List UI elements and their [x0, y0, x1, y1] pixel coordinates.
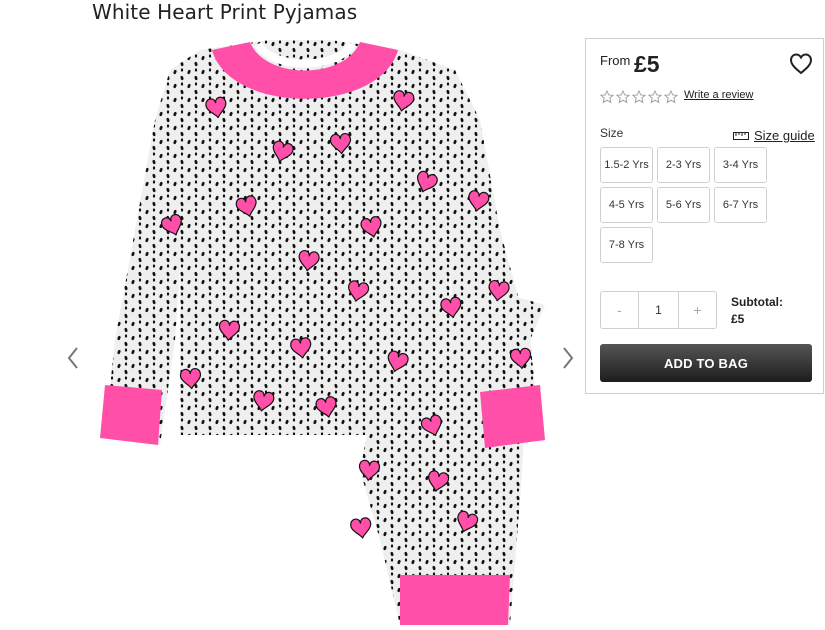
star-icon	[632, 90, 646, 104]
size-option[interactable]: 6-7 Yrs	[714, 187, 767, 223]
chevron-right-icon	[559, 345, 577, 371]
star-icon	[664, 90, 678, 104]
size-label: Size	[600, 126, 624, 140]
ruler-icon	[733, 128, 749, 143]
size-option[interactable]: 7-8 Yrs	[600, 227, 653, 263]
price: £5	[634, 51, 660, 77]
prev-image-button[interactable]	[64, 345, 82, 371]
rating-stars	[600, 90, 678, 104]
write-review-link[interactable]: Write a review	[684, 89, 753, 101]
size-options: 1.5-2 Yrs 2-3 Yrs 3-4 Yrs 4-5 Yrs 5-6 Yr…	[600, 147, 772, 263]
from-label: From	[600, 53, 631, 68]
product-image[interactable]	[60, 40, 580, 625]
size-option[interactable]: 3-4 Yrs	[714, 147, 767, 183]
size-option[interactable]: 4-5 Yrs	[600, 187, 653, 223]
chevron-left-icon	[64, 345, 82, 371]
size-option[interactable]: 5-6 Yrs	[657, 187, 710, 223]
star-icon	[648, 90, 662, 104]
product-title: White Heart Print Pyjamas	[92, 0, 358, 24]
star-icon	[616, 90, 630, 104]
subtotal-label: Subtotal:	[731, 295, 783, 309]
wishlist-button[interactable]	[789, 52, 813, 76]
next-image-button[interactable]	[559, 345, 577, 371]
size-option[interactable]: 2-3 Yrs	[657, 147, 710, 183]
add-to-bag-button[interactable]: ADD TO BAG	[600, 344, 812, 382]
heart-outline-icon	[789, 53, 813, 80]
star-icon	[600, 90, 614, 104]
quantity-value[interactable]: 1	[638, 292, 679, 328]
size-option[interactable]: 1.5-2 Yrs	[600, 147, 653, 183]
subtotal-value: £5	[731, 312, 745, 326]
quantity-increase-button[interactable]: +	[679, 292, 716, 328]
size-guide-link[interactable]: Size guide	[733, 128, 815, 143]
quantity-decrease-button[interactable]: -	[601, 292, 638, 328]
size-guide-label: Size guide	[754, 128, 815, 143]
quantity-stepper: - 1 +	[600, 291, 717, 329]
purchase-panel: From £5 Write a review Size Size guide 1…	[585, 38, 824, 394]
